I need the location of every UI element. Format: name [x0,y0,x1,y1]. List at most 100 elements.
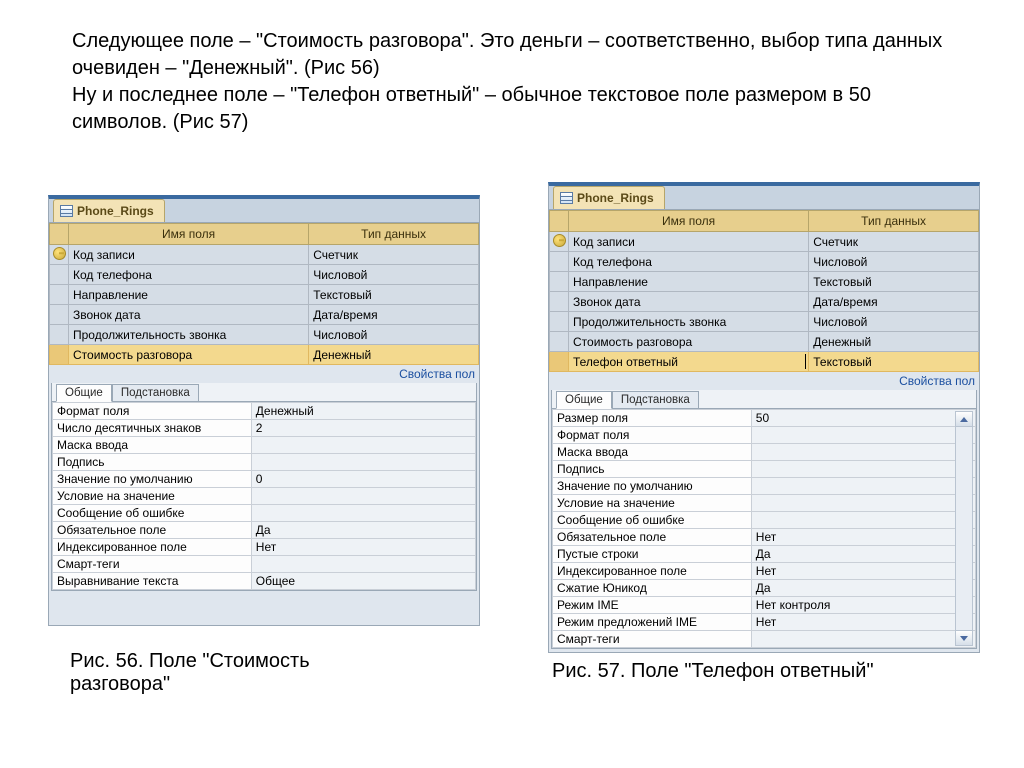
property-value[interactable]: Да [751,580,975,597]
property-value[interactable] [751,478,975,495]
data-type-cell[interactable]: Денежный [309,345,479,365]
data-type-cell[interactable]: Счетчик [809,232,979,252]
property-row[interactable]: Смарт-теги [553,631,976,648]
field-row[interactable]: Стоимость разговораДенежный [50,345,479,365]
property-value[interactable] [751,461,975,478]
data-type-cell[interactable]: Текстовый [809,272,979,292]
row-selector[interactable] [550,232,569,252]
data-type-cell[interactable]: Числовой [809,252,979,272]
object-tab-phone-rings[interactable]: Phone_Rings [53,199,165,222]
property-value[interactable]: 0 [251,471,475,488]
property-value[interactable] [751,512,975,529]
field-name-cell[interactable]: Направление [69,285,309,305]
row-selector[interactable] [550,252,569,272]
field-row[interactable]: Код телефонаЧисловой [550,252,979,272]
property-value[interactable] [251,454,475,471]
data-type-cell[interactable]: Текстовый [309,285,479,305]
row-selector[interactable] [50,285,69,305]
property-row[interactable]: Индексированное полеНет [53,539,476,556]
property-value[interactable]: Денежный [251,403,475,420]
field-name-cell[interactable]: Код записи [569,232,809,252]
property-row[interactable]: Условие на значение [53,488,476,505]
property-value[interactable]: 2 [251,420,475,437]
data-type-cell[interactable]: Числовой [309,265,479,285]
property-row[interactable]: Число десятичных знаков2 [53,420,476,437]
data-type-cell[interactable]: Счетчик [309,245,479,265]
property-value[interactable] [751,427,975,444]
property-row[interactable]: Индексированное полеНет [553,563,976,580]
scroll-down-button[interactable] [956,630,972,645]
property-value[interactable]: Нет [251,539,475,556]
property-row[interactable]: Значение по умолчанию [553,478,976,495]
data-type-cell[interactable]: Текстовый [809,352,979,372]
field-name-cell[interactable]: Звонок дата [69,305,309,325]
tab-general[interactable]: Общие [556,391,612,409]
field-name-cell[interactable]: Код записи [69,245,309,265]
row-selector[interactable] [50,305,69,325]
field-row[interactable]: Телефон ответныйТекстовый [550,352,979,372]
property-row[interactable]: Сжатие ЮникодДа [553,580,976,597]
property-value[interactable]: 50 [751,410,975,427]
property-row[interactable]: Подпись [553,461,976,478]
row-selector[interactable] [50,265,69,285]
property-row[interactable]: Обязательное полеНет [553,529,976,546]
object-tab-phone-rings[interactable]: Phone_Rings [553,186,665,209]
field-name-cell[interactable]: Код телефона [69,265,309,285]
property-row[interactable]: Маска ввода [53,437,476,454]
field-row[interactable]: Код записиСчетчик [550,232,979,252]
property-row[interactable]: Режим IMEНет контроля [553,597,976,614]
property-row[interactable]: Формат поля [553,427,976,444]
property-row[interactable]: Подпись [53,454,476,471]
property-value[interactable] [751,631,975,648]
property-value[interactable]: Нет контроля [751,597,975,614]
property-value[interactable]: Да [251,522,475,539]
property-row[interactable]: Формат поляДенежный [53,403,476,420]
property-value[interactable]: Да [751,546,975,563]
field-row[interactable]: НаправлениеТекстовый [550,272,979,292]
property-value[interactable] [251,437,475,454]
property-value[interactable]: Нет [751,563,975,580]
property-value[interactable]: Нет [751,529,975,546]
row-selector[interactable] [550,272,569,292]
field-row[interactable]: Продолжительность звонкаЧисловой [50,325,479,345]
field-name-cell[interactable]: Звонок дата [569,292,809,312]
property-row[interactable]: Выравнивание текстаОбщее [53,573,476,590]
row-selector[interactable] [50,245,69,265]
field-row[interactable]: Звонок датаДата/время [550,292,979,312]
field-name-cell[interactable]: Продолжительность звонка [569,312,809,332]
data-type-cell[interactable]: Денежный [809,332,979,352]
property-row[interactable]: Обязательное полеДа [53,522,476,539]
field-name-cell[interactable]: Стоимость разговора [69,345,309,365]
data-type-cell[interactable]: Числовой [809,312,979,332]
field-row[interactable]: Код записиСчетчик [50,245,479,265]
row-selector[interactable] [550,352,569,372]
field-row[interactable]: Звонок датаДата/время [50,305,479,325]
scrollbar[interactable] [955,411,973,646]
field-name-cell[interactable]: Направление [569,272,809,292]
field-name-cell[interactable]: Код телефона [569,252,809,272]
property-value[interactable] [751,444,975,461]
property-row[interactable]: Пустые строкиДа [553,546,976,563]
scroll-up-button[interactable] [956,412,972,427]
property-row[interactable]: Сообщение об ошибке [53,505,476,522]
property-row[interactable]: Смарт-теги [53,556,476,573]
row-selector[interactable] [550,292,569,312]
tab-lookup[interactable]: Подстановка [612,391,699,409]
property-row[interactable]: Условие на значение [553,495,976,512]
property-value[interactable]: Нет [751,614,975,631]
property-value[interactable]: Общее [251,573,475,590]
tab-lookup[interactable]: Подстановка [112,384,199,402]
row-selector[interactable] [550,332,569,352]
property-row[interactable]: Маска ввода [553,444,976,461]
data-type-cell[interactable]: Числовой [309,325,479,345]
field-name-cell[interactable]: Стоимость разговора [569,332,809,352]
field-name-cell[interactable]: Телефон ответный [569,352,809,372]
row-selector[interactable] [50,345,69,365]
field-row[interactable]: Стоимость разговораДенежный [550,332,979,352]
property-value[interactable] [251,488,475,505]
property-value[interactable] [251,505,475,522]
field-row[interactable]: НаправлениеТекстовый [50,285,479,305]
data-type-cell[interactable]: Дата/время [309,305,479,325]
field-row[interactable]: Продолжительность звонкаЧисловой [550,312,979,332]
data-type-cell[interactable]: Дата/время [809,292,979,312]
